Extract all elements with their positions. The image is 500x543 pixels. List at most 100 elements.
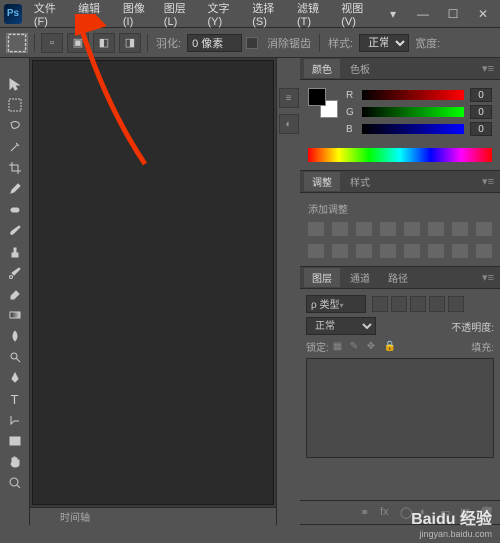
tab-swatches[interactable]: 色板 — [342, 59, 378, 78]
panel-menu-icon[interactable]: ▾≡ — [476, 271, 500, 284]
r-value[interactable] — [470, 88, 492, 102]
menu-filter[interactable]: 滤镜(T) — [291, 0, 335, 31]
filter-kind-select[interactable]: ρ 类型▾ — [306, 295, 366, 313]
panel-menu-icon[interactable]: ▾≡ — [476, 175, 500, 188]
lock-transparent-icon[interactable]: ▦ — [333, 341, 345, 353]
right-panels: 颜色 色板 ▾≡ R G — [300, 58, 500, 525]
tab-channels[interactable]: 通道 — [342, 268, 378, 287]
gradient-map-icon[interactable] — [452, 244, 468, 258]
link-layers-icon[interactable]: ⚭ — [360, 506, 374, 520]
more-icon[interactable]: ▾ — [380, 5, 406, 23]
marquee-tool-icon[interactable] — [4, 95, 26, 115]
filter-type-icon[interactable] — [410, 296, 426, 312]
maximize-button[interactable]: ☐ — [440, 5, 466, 23]
intersect-selection-icon[interactable]: ◨ — [119, 33, 141, 53]
eraser-tool-icon[interactable] — [4, 284, 26, 304]
tab-adjustments[interactable]: 调整 — [304, 172, 340, 191]
menu-image[interactable]: 图像(I) — [117, 0, 158, 31]
lasso-tool-icon[interactable] — [4, 116, 26, 136]
heal-tool-icon[interactable] — [4, 200, 26, 220]
menu-layer[interactable]: 图层(L) — [158, 0, 202, 31]
feather-input[interactable] — [187, 34, 242, 52]
layers-list[interactable] — [306, 358, 494, 458]
path-tool-icon[interactable] — [4, 410, 26, 430]
opacity-label: 不透明度: — [451, 319, 494, 334]
fg-color[interactable] — [308, 88, 326, 106]
brush-tool-icon[interactable] — [4, 221, 26, 241]
blend-mode-select[interactable]: 正常 — [306, 317, 376, 335]
filter-adjust-icon[interactable] — [391, 296, 407, 312]
marquee-tool-icon[interactable] — [6, 33, 28, 53]
crop-tool-icon[interactable] — [4, 158, 26, 178]
tab-styles[interactable]: 样式 — [342, 172, 378, 191]
wand-tool-icon[interactable] — [4, 137, 26, 157]
hand-tool-icon[interactable] — [4, 452, 26, 472]
panel-menu-icon[interactable]: ▾≡ — [476, 62, 500, 75]
selective-color-icon[interactable] — [476, 244, 492, 258]
lookup-icon[interactable] — [356, 244, 372, 258]
exposure-icon[interactable] — [380, 222, 396, 236]
bw-icon[interactable] — [476, 222, 492, 236]
b-value[interactable] — [470, 122, 492, 136]
subtract-selection-icon[interactable]: ◧ — [93, 33, 115, 53]
zoom-tool-icon[interactable] — [4, 473, 26, 493]
curves-icon[interactable] — [356, 222, 372, 236]
filter-shape-icon[interactable] — [429, 296, 445, 312]
history-brush-icon[interactable] — [4, 263, 26, 283]
g-value[interactable] — [470, 105, 492, 119]
menu-file[interactable]: 文件(F) — [28, 0, 72, 31]
hue-icon[interactable] — [428, 222, 444, 236]
filter-pixel-icon[interactable] — [372, 296, 388, 312]
style-select[interactable]: 正常 — [359, 34, 409, 52]
timeline-tab[interactable]: 时间轴 — [60, 509, 90, 524]
canvas[interactable] — [32, 60, 274, 505]
fx-icon[interactable]: fx — [380, 506, 394, 520]
photo-filter-icon[interactable] — [308, 244, 324, 258]
gradient-tool-icon[interactable] — [4, 305, 26, 325]
new-selection-icon[interactable]: ▫ — [41, 33, 63, 53]
separator — [34, 34, 35, 52]
r-slider[interactable] — [362, 90, 464, 100]
type-tool-icon[interactable]: T — [4, 389, 26, 409]
feather-label: 羽化: — [156, 35, 181, 51]
tab-layers[interactable]: 图层 — [304, 268, 340, 287]
lock-position-icon[interactable]: ✥ — [367, 341, 379, 353]
close-button[interactable]: ✕ — [470, 5, 496, 23]
fg-bg-swatch[interactable] — [308, 88, 338, 118]
color-balance-icon[interactable] — [452, 222, 468, 236]
menu-type[interactable]: 文字(Y) — [201, 0, 246, 31]
lock-all-icon[interactable]: 🔒 — [384, 341, 396, 353]
levels-icon[interactable] — [332, 222, 348, 236]
posterize-icon[interactable] — [404, 244, 420, 258]
hue-strip[interactable] — [308, 148, 492, 162]
vibrance-icon[interactable] — [404, 222, 420, 236]
eyedropper-tool-icon[interactable] — [4, 179, 26, 199]
watermark: Baidu 经验 jingyan.baidu.com — [411, 505, 492, 539]
invert-icon[interactable] — [380, 244, 396, 258]
stamp-tool-icon[interactable] — [4, 242, 26, 262]
channel-mixer-icon[interactable] — [332, 244, 348, 258]
add-selection-icon[interactable]: ▣ — [67, 33, 89, 53]
tab-paths[interactable]: 路径 — [380, 268, 416, 287]
menu-edit[interactable]: 编辑(E) — [72, 0, 117, 31]
blur-tool-icon[interactable] — [4, 326, 26, 346]
brightness-icon[interactable] — [308, 222, 324, 236]
threshold-icon[interactable] — [428, 244, 444, 258]
lock-pixels-icon[interactable]: ✎ — [350, 341, 362, 353]
tab-color[interactable]: 颜色 — [304, 59, 340, 78]
properties-panel-icon[interactable]: ◐ — [279, 114, 299, 134]
shape-tool-icon[interactable] — [4, 431, 26, 451]
minimize-button[interactable]: — — [410, 5, 436, 23]
g-slider[interactable] — [362, 107, 464, 117]
move-tool-icon[interactable] — [4, 74, 26, 94]
menu-select[interactable]: 选择(S) — [246, 0, 291, 31]
lock-label: 锁定: — [306, 339, 329, 354]
pen-tool-icon[interactable] — [4, 368, 26, 388]
dodge-tool-icon[interactable] — [4, 347, 26, 367]
history-panel-icon[interactable]: ≡ — [279, 88, 299, 108]
antialias-checkbox[interactable] — [246, 37, 258, 49]
menu-view[interactable]: 视图(V) — [335, 0, 380, 31]
r-label: R — [346, 90, 356, 101]
filter-smart-icon[interactable] — [448, 296, 464, 312]
b-slider[interactable] — [362, 124, 464, 134]
